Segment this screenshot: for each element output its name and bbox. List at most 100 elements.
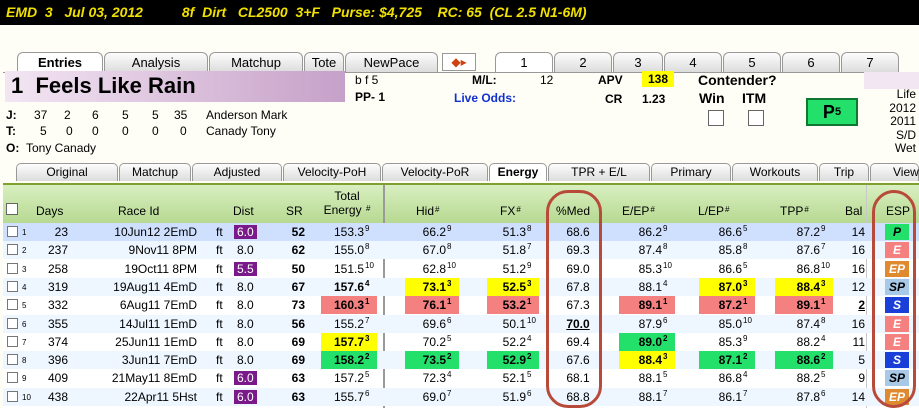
subtab-trip[interactable]: Trip bbox=[819, 163, 869, 181]
subtab-tpr-el[interactable]: TPR + E/L bbox=[548, 163, 650, 181]
tab-newpace[interactable]: NewPace bbox=[345, 52, 438, 72]
tab-icon-button[interactable]: ◆▸ bbox=[442, 53, 476, 71]
row-checkbox[interactable] bbox=[7, 372, 18, 384]
tpp-cell: 88.25 bbox=[796, 370, 826, 386]
subtab-velocity-por[interactable]: Velocity-PoR bbox=[382, 163, 488, 181]
horse-sex-age: b f 5 bbox=[355, 73, 379, 87]
e-ep-cell: 85.310 bbox=[638, 260, 672, 276]
fx-cell: 52.15 bbox=[502, 370, 532, 386]
tab-horse-7[interactable]: 7 bbox=[841, 52, 899, 72]
sr-cell: 69 bbox=[291, 353, 305, 368]
cr-label: CR bbox=[605, 92, 623, 106]
subtab-velocity-poh[interactable]: Velocity-PoH bbox=[283, 163, 381, 181]
total-energy-cell: 160.31 bbox=[321, 296, 377, 315]
surface-cell: ft bbox=[216, 225, 223, 239]
sr-cell: 63 bbox=[291, 389, 305, 404]
bal-cell: 14 bbox=[851, 225, 865, 239]
row-checkbox[interactable] bbox=[7, 244, 18, 256]
row-checkbox[interactable] bbox=[7, 317, 18, 329]
days-cell: 23 bbox=[54, 225, 68, 239]
subtab-primary[interactable]: Primary bbox=[651, 163, 731, 181]
tab-horse-3[interactable]: 3 bbox=[613, 52, 663, 72]
col-dist[interactable]: Dist bbox=[233, 204, 254, 218]
tab-matchup[interactable]: Matchup bbox=[209, 52, 303, 72]
fx-cell: 52.53 bbox=[487, 277, 539, 296]
subtab-view[interactable]: View bbox=[870, 163, 919, 181]
table-row[interactable]: 5 332 6Aug11 7EmD ft 8.0 73 160.31 76.11 53.21 67… bbox=[3, 296, 919, 315]
table-row[interactable]: 1 23 10Jun12 2EmD ft 6.0 52 153.39 66.29 51.38 68… bbox=[3, 223, 919, 241]
tpp-cell: 87.29 bbox=[796, 224, 826, 239]
col-race-id[interactable]: Race Id bbox=[118, 204, 159, 218]
table-row[interactable]: 7 374 25Jun11 1EmD ft 8.0 69 157.73 70.25 52.24 6… bbox=[3, 332, 919, 351]
total-energy-cell: 155.27 bbox=[333, 315, 370, 331]
col-tpp[interactable]: TPP# bbox=[780, 204, 809, 218]
race-id-cell: 19Aug11 4EmD bbox=[113, 279, 197, 294]
itm-checkbox[interactable] bbox=[748, 110, 764, 126]
subtab-energy[interactable]: Energy bbox=[489, 163, 547, 181]
sr-cell: 73 bbox=[291, 298, 305, 313]
live-odds-label: Live Odds: bbox=[454, 91, 517, 105]
col-hid[interactable]: Hid# bbox=[416, 204, 439, 218]
e-ep-cell: 86.29 bbox=[638, 224, 668, 239]
tab-tote[interactable]: Tote bbox=[304, 52, 344, 72]
horse-number: 1 bbox=[11, 73, 24, 98]
table-row[interactable]: 4 319 19Aug11 4EmD ft 8.0 67 157.64 73.13 52.53 6… bbox=[3, 277, 919, 296]
row-checkbox[interactable] bbox=[7, 390, 18, 402]
row-checkbox[interactable] bbox=[7, 299, 18, 311]
col-fx[interactable]: FX# bbox=[500, 204, 521, 218]
table-row[interactable]: 6 355 14Jul11 1EmD ft 8.0 56 155.27 69.66 50.110… bbox=[3, 314, 919, 333]
bal-cell: 16 bbox=[851, 261, 865, 276]
tab-entries[interactable]: Entries bbox=[17, 52, 103, 73]
row-checkbox[interactable] bbox=[7, 280, 18, 292]
row-checkbox[interactable] bbox=[7, 335, 18, 347]
col-bal[interactable]: Bal bbox=[845, 204, 862, 218]
hid-cell: 69.66 bbox=[422, 315, 452, 331]
fx-cell: 52.24 bbox=[502, 333, 532, 349]
table-row[interactable]: 3 258 19Oct11 8PM ft 5.5 50 151.510 62.810 51.29… bbox=[3, 260, 919, 278]
subtab-adjusted[interactable]: Adjusted bbox=[192, 163, 282, 181]
tab-analysis[interactable]: Analysis bbox=[104, 52, 208, 72]
tab-horse-2[interactable]: 2 bbox=[554, 52, 612, 72]
row-checkbox[interactable] bbox=[7, 226, 18, 237]
l-ep-cell: 85.88 bbox=[718, 242, 748, 258]
tpp-cell: 89.11 bbox=[775, 296, 833, 315]
win-checkbox[interactable] bbox=[708, 110, 724, 126]
subtab-matchup[interactable]: Matchup bbox=[119, 163, 191, 181]
col-total-energy[interactable]: Total Energy # bbox=[322, 189, 372, 217]
tpp-cell: 86.810 bbox=[796, 260, 830, 276]
fx-cell: 51.96 bbox=[502, 388, 532, 404]
col-l-ep[interactable]: L/EP# bbox=[698, 204, 729, 218]
subtab-original[interactable]: Original bbox=[16, 163, 118, 181]
surface-cell: ft bbox=[216, 243, 223, 258]
tpp-cell: 87.86 bbox=[796, 388, 826, 404]
l-ep-cell: 87.03 bbox=[699, 277, 755, 296]
col-sr[interactable]: SR bbox=[286, 204, 303, 218]
select-all-checkbox[interactable] bbox=[6, 203, 18, 215]
table-row[interactable]: 2 237 9Nov11 8PM ft 8.0 62 155.08 67.08 51.87 69.… bbox=[3, 241, 919, 260]
table-row[interactable]: 10 438 22Apr11 5Hst ft 6.0 63 155.76 69.07 51.96… bbox=[3, 387, 919, 406]
table-row[interactable]: 8 396 3Jun11 7EmD ft 8.0 69 158.22 73.52 52.92 67… bbox=[3, 351, 919, 370]
table-row[interactable]: 9 409 21May11 8EmD ft 6.0 63 157.25 72.34 52.15 6… bbox=[3, 369, 919, 387]
bal-cell: 16 bbox=[851, 243, 865, 258]
owner-name: Tony Canady bbox=[26, 141, 97, 155]
hid-cell: 70.25 bbox=[422, 333, 452, 349]
col-e-ep[interactable]: E/EP# bbox=[622, 204, 655, 218]
row-checkbox[interactable] bbox=[7, 262, 18, 274]
surface-cell: ft bbox=[216, 316, 223, 331]
row-checkbox[interactable] bbox=[7, 354, 18, 366]
tab-horse-4[interactable]: 4 bbox=[664, 52, 722, 72]
hid-cell: 66.29 bbox=[422, 224, 452, 239]
subtab-workouts[interactable]: Workouts bbox=[732, 163, 818, 181]
tab-horse-6[interactable]: 6 bbox=[782, 52, 840, 72]
fx-cell: 51.38 bbox=[502, 224, 532, 239]
tab-horse-5[interactable]: 5 bbox=[723, 52, 781, 72]
tab-horse-1[interactable]: 1 bbox=[495, 52, 553, 73]
cr-value: 1.23 bbox=[642, 92, 666, 106]
dist-cell: 6.0 bbox=[234, 389, 257, 404]
row-number: 9 bbox=[22, 374, 27, 384]
win-label: Win bbox=[699, 90, 725, 106]
p-rating-badge: P5 bbox=[806, 98, 858, 126]
apv-value: 138 bbox=[642, 71, 674, 87]
col-days[interactable]: Days bbox=[36, 204, 63, 218]
e-ep-cell: 88.43 bbox=[619, 351, 675, 370]
